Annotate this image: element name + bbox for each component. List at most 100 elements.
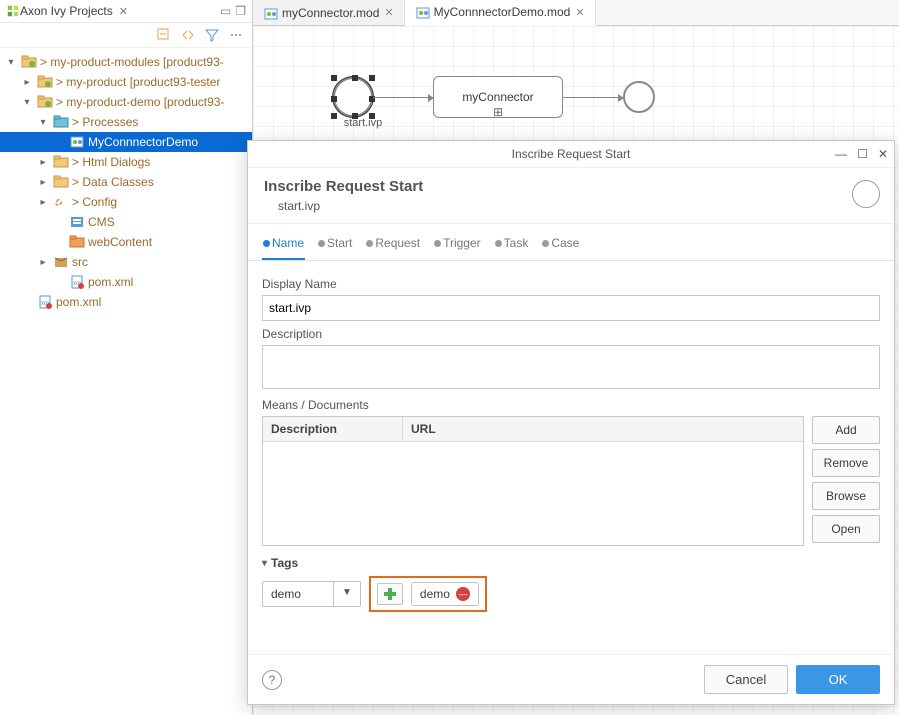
tree-item-label: pom.xml (56, 295, 101, 309)
tree-item-label: > my-product-modules [product93- (40, 55, 224, 69)
means-add-button[interactable]: Add (812, 416, 880, 444)
dialog-tab-label: Case (551, 236, 579, 250)
dialog-tab-task[interactable]: Task (494, 232, 530, 260)
tree-arrow-icon[interactable] (52, 135, 66, 149)
dialog-tabs: Name Start Request Trigger Task Case (248, 224, 894, 261)
close-icon[interactable]: ✕ (119, 5, 128, 18)
tree-item-label: > Data Classes (72, 175, 154, 189)
editor-tab[interactable]: MyConnnectorDemo.mod✕ (405, 0, 596, 26)
tree-item-processes[interactable]: > Processes (0, 112, 252, 132)
tags-highlight: demo — (369, 576, 487, 612)
folder-cyan-icon (53, 114, 69, 130)
bpmn-task[interactable]: myConnector ⊞ (433, 76, 563, 118)
bpmn-flow-arrow[interactable] (563, 97, 623, 98)
xml-icon: xml (69, 274, 85, 290)
editor-tab[interactable]: myConnector.mod✕ (253, 0, 405, 25)
tree-item-webcontent[interactable]: webContent (0, 232, 252, 252)
dialog-window-title: Inscribe Request Start (512, 147, 631, 161)
dialog-tab-case[interactable]: Case (541, 232, 580, 260)
tree-item-label: > Html Dialogs (72, 155, 150, 169)
tree-arrow-icon[interactable] (36, 155, 50, 169)
tree-arrow-icon[interactable] (52, 215, 66, 229)
project-icon (37, 74, 53, 90)
tree-item-demo[interactable]: > my-product-demo [product93- (0, 92, 252, 112)
tree-arrow-icon[interactable] (52, 275, 66, 289)
tab-dot-icon (318, 240, 325, 247)
tree-arrow-icon[interactable] (20, 295, 34, 309)
tree-item-label: pom.xml (88, 275, 133, 289)
folder-icon (53, 154, 69, 170)
window-close-icon[interactable]: ✕ (878, 147, 888, 161)
link-editor-icon[interactable] (180, 27, 196, 43)
tree-item-label: > Config (72, 195, 117, 209)
dialog-tab-name[interactable]: Name (262, 232, 305, 260)
tree-item-label: > Processes (72, 115, 138, 129)
dialog-titlebar: Inscribe Request Start — ☐ ✕ (248, 141, 894, 168)
ok-button[interactable]: OK (796, 665, 880, 694)
wrench-icon (53, 194, 69, 210)
collapse-all-icon[interactable] (156, 27, 172, 43)
tree-item-myproduct[interactable]: > my-product [product93-tester (0, 72, 252, 92)
dialog-tab-label: Start (327, 236, 352, 250)
tree-arrow-icon[interactable] (20, 75, 34, 89)
tree-arrow-icon[interactable] (36, 175, 50, 189)
menu-icon[interactable] (228, 27, 244, 43)
filter-icon[interactable] (204, 27, 220, 43)
help-icon[interactable]: ? (262, 670, 282, 690)
dialog-tab-request[interactable]: Request (365, 232, 421, 260)
tag-remove-icon[interactable]: — (456, 587, 470, 601)
tree-arrow-icon[interactable] (20, 95, 34, 109)
tree-item-cms[interactable]: CMS (0, 212, 252, 232)
means-remove-button[interactable]: Remove (812, 449, 880, 477)
tree-item-root[interactable]: > my-product-modules [product93- (0, 52, 252, 72)
bpmn-start-event[interactable] (333, 77, 373, 117)
cancel-button[interactable]: Cancel (704, 665, 788, 694)
tree-item-src[interactable]: src (0, 252, 252, 272)
dialog-type-icon (852, 180, 880, 208)
dialog-tab-trigger[interactable]: Trigger (433, 232, 482, 260)
tree-item-connectordemo[interactable]: MyConnnectorDemo (0, 132, 252, 152)
close-icon[interactable]: ✕ (575, 6, 584, 19)
display-name-input[interactable] (262, 295, 880, 321)
tree-arrow-icon[interactable] (36, 255, 50, 269)
tree-item-label: webContent (88, 235, 152, 249)
dialog-body: Display Name Description Means / Documen… (248, 261, 894, 654)
tree-arrow-icon[interactable] (36, 195, 50, 209)
chevron-down-icon[interactable]: ▼ (333, 582, 360, 606)
means-browse-button[interactable]: Browse (812, 482, 880, 510)
tags-label: Tags (271, 556, 298, 570)
tag-add-button[interactable] (377, 583, 403, 605)
tree-arrow-icon[interactable] (52, 235, 66, 249)
tree-item-dataclasses[interactable]: > Data Classes (0, 172, 252, 192)
window-maximize-icon[interactable]: ☐ (857, 147, 868, 161)
tree-item-pomxml[interactable]: xmlpom.xml (0, 272, 252, 292)
tree-item-htmldialogs[interactable]: > Html Dialogs (0, 152, 252, 172)
bpmn-flow-arrow[interactable] (373, 97, 433, 98)
expand-icon[interactable]: ⊞ (493, 105, 503, 119)
display-name-label: Display Name (262, 277, 880, 291)
means-open-button[interactable]: Open (812, 515, 880, 543)
description-textarea[interactable] (262, 345, 880, 389)
tree-arrow-icon[interactable] (36, 115, 50, 129)
project-tree[interactable]: > my-product-modules [product93- > my-pro… (0, 48, 252, 715)
tree-item-label: MyConnnectorDemo (88, 135, 198, 149)
tree-arrow-icon[interactable] (4, 55, 18, 69)
bpmn-end-event[interactable] (623, 81, 655, 113)
bpmn-task-label: myConnector (462, 90, 533, 104)
package-icon (53, 254, 69, 270)
dialog-tab-start[interactable]: Start (317, 232, 353, 260)
window-minimize-icon[interactable]: — (835, 147, 847, 161)
description-label: Description (262, 327, 880, 341)
sidebar-title: Axon Ivy Projects (20, 4, 113, 18)
bpmn-start-label: start.ivp (333, 117, 393, 129)
means-documents-table[interactable]: Description URL (262, 416, 804, 546)
tags-combo[interactable]: demo ▼ (262, 581, 361, 607)
tree-item-pomxml2[interactable]: xmlpom.xml (0, 292, 252, 312)
tree-item-config[interactable]: > Config (0, 192, 252, 212)
folder-icon (53, 174, 69, 190)
tag-pill-label: demo (420, 587, 450, 601)
tags-combo-text[interactable]: demo (263, 582, 333, 606)
restore-icon[interactable]: ❐ (235, 4, 246, 18)
minimize-icon[interactable]: ▭ (220, 4, 231, 18)
close-icon[interactable]: ✕ (384, 6, 393, 19)
